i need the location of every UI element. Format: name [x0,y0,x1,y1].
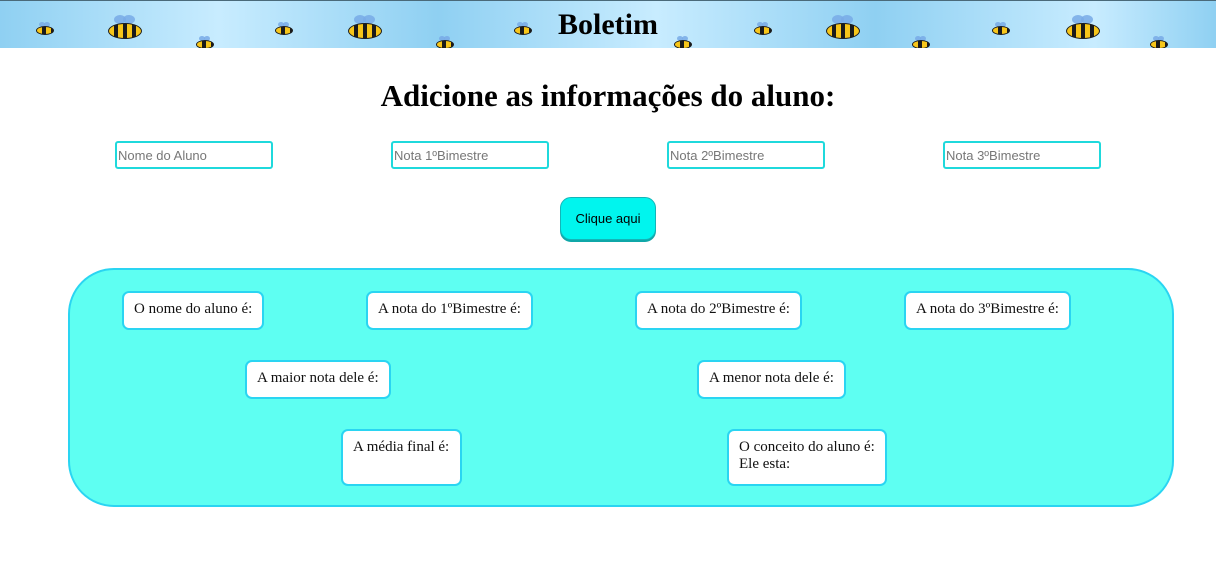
highest-grade-result: A maior nota dele é: [245,360,391,399]
grade2-result-label: A nota do 2ºBimestre é: [647,301,790,317]
grade3-result: A nota do 3ºBimestre é: [904,291,1071,330]
grade1-result: A nota do 1ºBimestre é: [366,291,533,330]
student-name-result: O nome do aluno é: [122,291,265,330]
status-result-label: Ele esta: [739,456,791,472]
form-heading: Adicione as informações do aluno: [380,78,836,113]
lowest-grade-result-label: A menor nota dele é: [709,370,834,386]
grade2-input[interactable] [667,141,825,169]
grade3-result-label: A nota do 3ºBimestre é: [916,301,1059,317]
header-banner: Boletim [0,0,1216,48]
page-title: Boletim [558,8,658,41]
grade3-input[interactable] [943,141,1101,169]
grade1-result-label: A nota do 1ºBimestre é: [378,301,521,317]
final-average-result-label: A média final é: [353,439,450,455]
final-average-result: A média final é: [341,429,462,486]
concept-result-label: O conceito do aluno é: [739,439,875,455]
student-name-result-label: O nome do aluno é: [134,301,253,317]
highest-grade-result-label: A maior nota dele é: [257,370,379,386]
lowest-grade-result: A menor nota dele é: [697,360,846,399]
student-name-input[interactable] [115,141,273,169]
grade1-input[interactable] [391,141,549,169]
grade2-result: A nota do 2ºBimestre é: [635,291,802,330]
results-panel: O nome do aluno é: A nota do 1ºBimestre … [68,268,1174,507]
submit-button[interactable]: Clique aqui [560,197,656,240]
concept-result: O conceito do aluno é: Ele esta: [727,429,887,486]
